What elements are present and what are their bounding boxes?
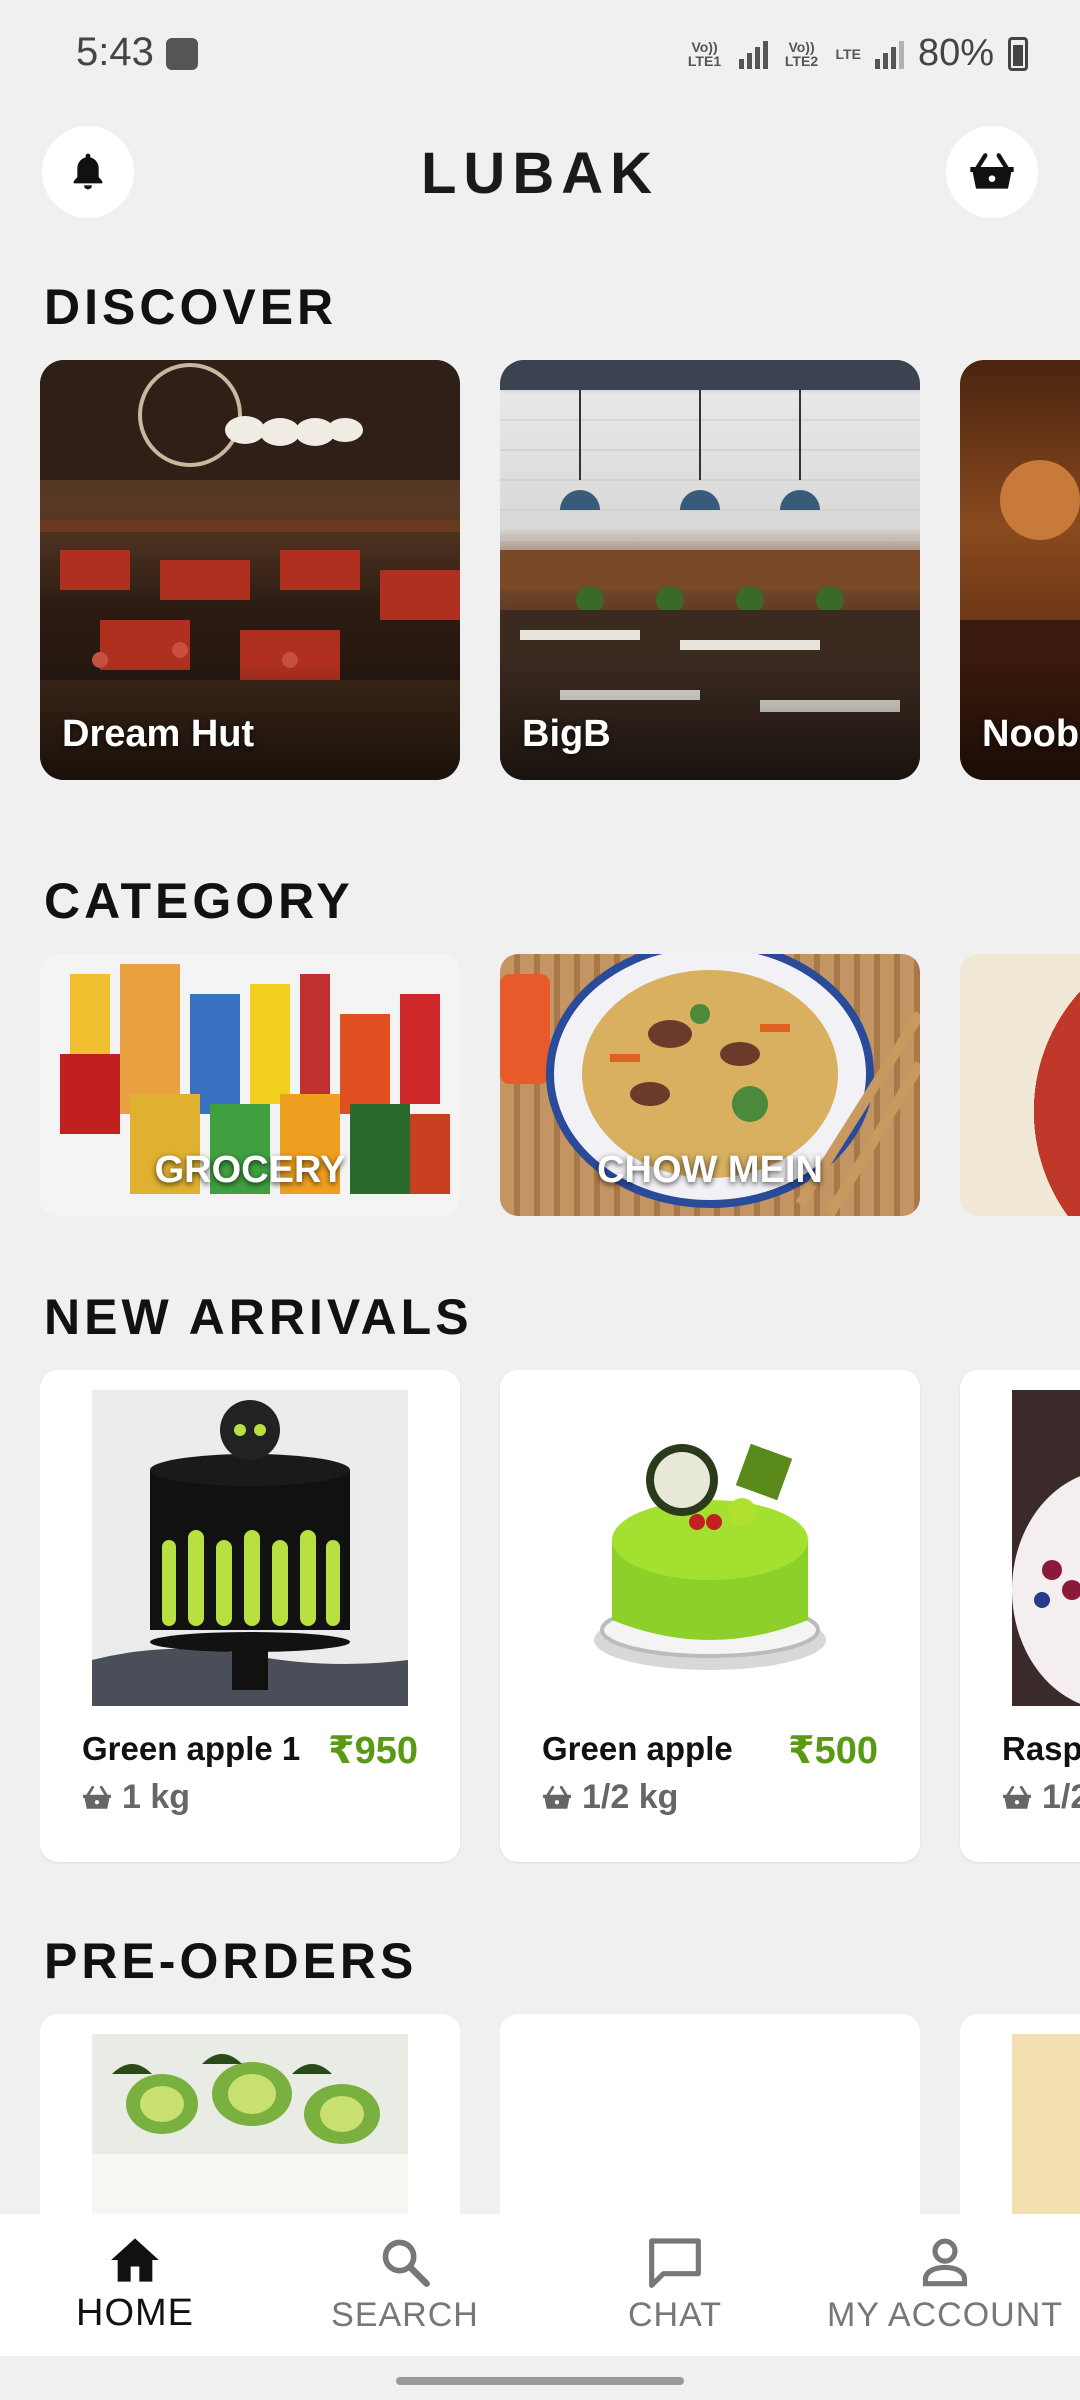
category-title: CATEGORY xyxy=(44,873,354,929)
product-name: Green apple 1 xyxy=(82,1730,301,1767)
category-name: GROCERY xyxy=(154,1149,346,1191)
restaurant-card[interactable]: Dream Hut xyxy=(40,360,460,780)
product-price: ₹500 xyxy=(788,1730,878,1772)
signal-1-icon xyxy=(738,39,768,69)
product-price: ₹950 xyxy=(328,1730,418,1772)
pre-order-image xyxy=(92,2034,408,2214)
product-image xyxy=(1012,1390,1080,1706)
pre-order-card[interactable] xyxy=(500,2014,920,2214)
product-qty-value: 1/2 xyxy=(1042,1778,1080,1816)
basket-icon xyxy=(1003,1785,1031,1809)
nav-home[interactable]: HOME xyxy=(0,2214,270,2356)
restaurant-card[interactable]: Noob xyxy=(960,360,1080,780)
pre-orders-carousel[interactable] xyxy=(40,2014,1080,2214)
status-bar: 5:43 Vo)) LTE1 Vo)) LTE2 LTE 80% xyxy=(0,0,1080,110)
app-title: LUBAK xyxy=(421,141,659,206)
sim1-label: Vo)) LTE1 xyxy=(687,38,722,69)
search-icon xyxy=(382,2239,430,2287)
cart-button[interactable] xyxy=(946,126,1038,218)
home-gesture-handle[interactable] xyxy=(396,2377,684,2385)
category-card[interactable]: CHOW MEIN xyxy=(500,954,920,1216)
product-qty: 1 kg xyxy=(82,1778,190,1817)
chat-icon xyxy=(649,2238,701,2288)
pre-order-image xyxy=(1012,2034,1080,2214)
nav-home-label: HOME xyxy=(76,2292,194,2334)
discover-carousel[interactable]: Dream Hut BigB Noob xyxy=(40,360,1080,780)
product-card[interactable]: Green apple 1 ₹950 1 kg xyxy=(40,1370,460,1862)
new-arrivals-title: NEW ARRIVALS xyxy=(44,1289,473,1345)
home-icon xyxy=(111,2238,159,2282)
pre-order-card[interactable] xyxy=(960,2014,1080,2214)
status-indicators: Vo)) LTE1 Vo)) LTE2 LTE 80% xyxy=(685,32,1028,75)
product-card[interactable]: Rasp 1/2 xyxy=(960,1370,1080,1862)
category-carousel[interactable]: GROCERY CHOW MEIN xyxy=(40,954,1080,1216)
category-card[interactable] xyxy=(960,954,1080,1216)
nav-search[interactable]: SEARCH xyxy=(270,2214,540,2356)
sim2-label: Vo)) LTE2 xyxy=(784,38,819,69)
product-card[interactable]: Green apple ₹500 1/2 kg xyxy=(500,1370,920,1862)
category-card[interactable]: GROCERY xyxy=(40,954,460,1216)
product-image xyxy=(552,1390,868,1706)
basket-icon xyxy=(543,1785,571,1809)
nav-chat-label: CHAT xyxy=(627,2296,723,2334)
battery-percent: 80% xyxy=(917,32,994,74)
account-icon xyxy=(922,2238,968,2287)
pre-order-card[interactable] xyxy=(40,2014,460,2214)
discover-title: DISCOVER xyxy=(44,279,338,335)
new-arrivals-carousel[interactable]: Green apple 1 ₹950 1 kg Green apple ₹500… xyxy=(40,1370,1080,1870)
restaurant-card[interactable]: BigB xyxy=(500,360,920,780)
wifi-calling-icon xyxy=(166,38,198,70)
nav-my-account[interactable]: MY ACCOUNT xyxy=(810,2214,1080,2356)
product-name: Rasp xyxy=(1002,1730,1080,1767)
lte-label: LTE xyxy=(835,45,861,62)
category-name: CHOW MEIN xyxy=(597,1149,823,1191)
signal-2-icon xyxy=(874,39,904,69)
bottom-navigation: HOME SEARCH CHAT MY ACCOUNT xyxy=(0,2214,1080,2356)
product-qty-value: 1 kg xyxy=(122,1778,191,1816)
product-image xyxy=(92,1390,408,1706)
status-time: 5:43 xyxy=(76,30,154,74)
product-qty: 1/2 kg xyxy=(542,1778,678,1817)
basket-icon xyxy=(83,1785,111,1809)
basket-icon xyxy=(970,153,1014,189)
pre-orders-title: PRE-ORDERS xyxy=(44,1933,418,1989)
nav-search-label: SEARCH xyxy=(331,2296,479,2334)
battery-icon xyxy=(1008,36,1028,71)
product-qty: 1/2 xyxy=(1002,1778,1080,1817)
restaurant-name: Noob xyxy=(982,713,1080,755)
nav-my-account-label: MY ACCOUNT xyxy=(826,2296,1064,2334)
product-name: Green apple xyxy=(542,1730,733,1767)
nav-chat[interactable]: CHAT xyxy=(540,2214,810,2356)
restaurant-name: BigB xyxy=(522,713,611,755)
restaurant-name: Dream Hut xyxy=(62,713,255,755)
product-qty-value: 1/2 kg xyxy=(582,1778,679,1816)
